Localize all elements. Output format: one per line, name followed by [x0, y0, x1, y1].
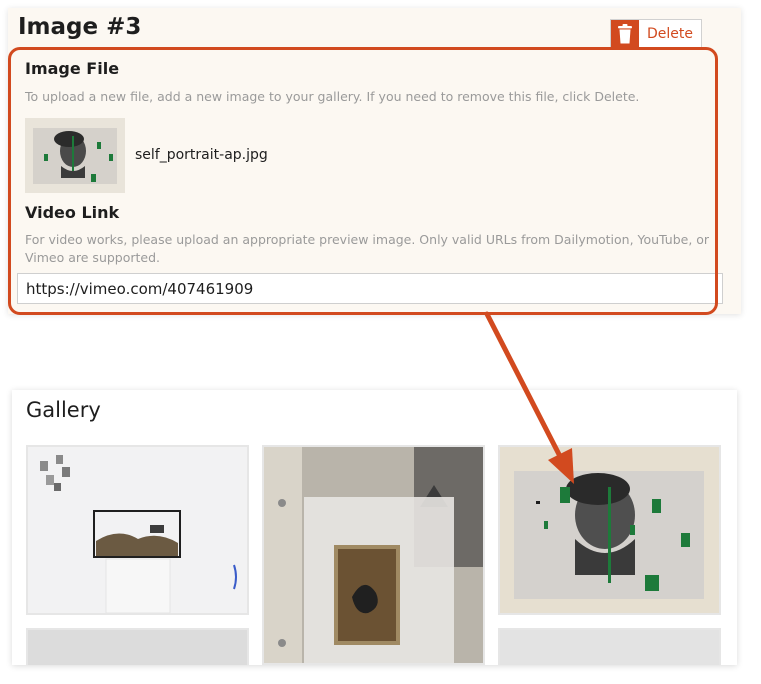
gallery-item-partial-2[interactable] — [498, 628, 721, 665]
gallery-card: Gallery — [12, 390, 737, 665]
gallery-item-self-portrait[interactable] — [498, 445, 721, 615]
screenshot-stage: Image #3 Delete Image File To upload a n… — [0, 0, 761, 684]
gallery-title: Gallery — [26, 398, 101, 422]
delete-button[interactable]: Delete — [610, 19, 702, 48]
trash-icon — [611, 20, 639, 47]
gallery-item-partial-1[interactable] — [26, 628, 249, 665]
delete-button-label: Delete — [647, 25, 693, 42]
gallery-item-sculpture[interactable] — [262, 445, 485, 665]
highlight-annotation — [8, 47, 718, 315]
gallery-item-terrarium[interactable] — [26, 445, 249, 615]
image-card-title: Image #3 — [18, 14, 142, 40]
